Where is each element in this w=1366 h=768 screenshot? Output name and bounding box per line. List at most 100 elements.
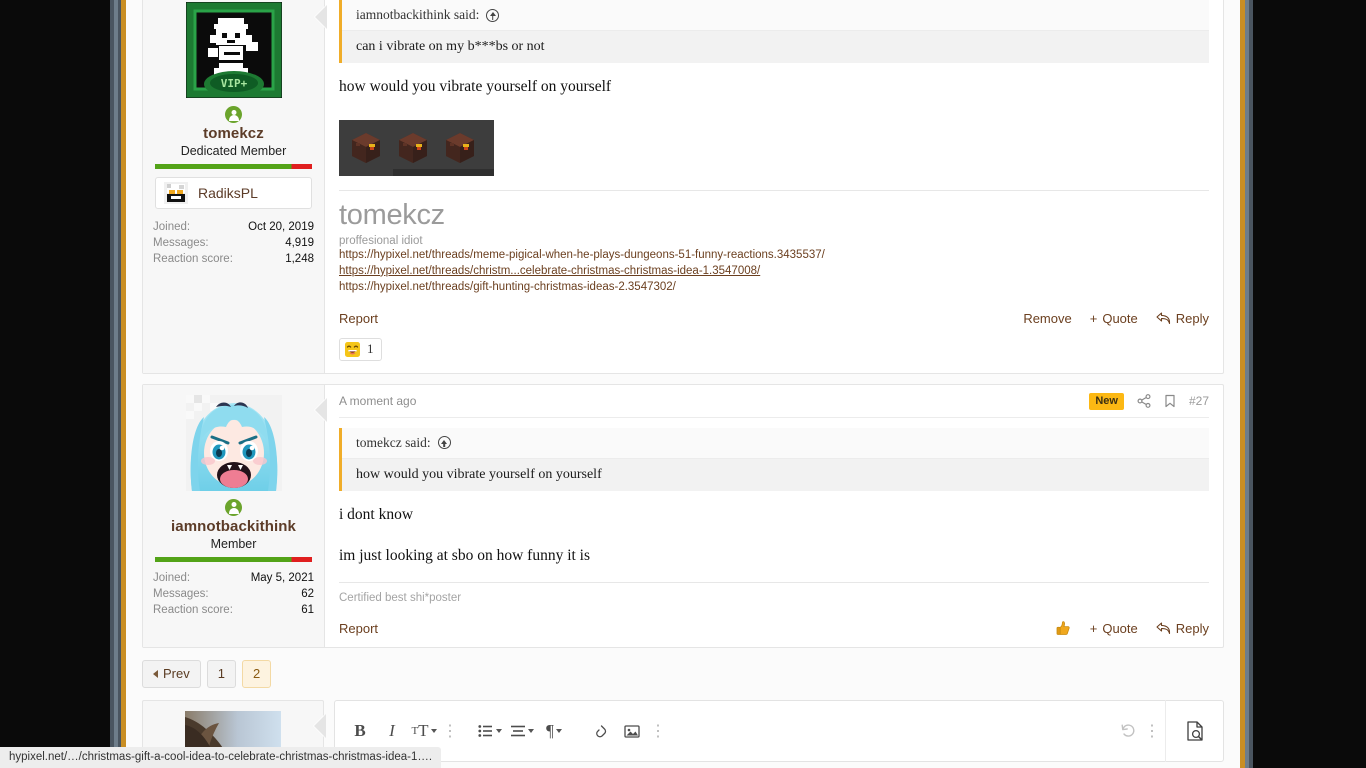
thread-page: VIP+ tomekcz Dedicated Member RadiksPL J…	[126, 0, 1240, 768]
reaction-pill[interactable]: 1	[339, 337, 382, 361]
align-button[interactable]	[507, 716, 537, 746]
bold-glyph: B	[354, 720, 366, 740]
author-username[interactable]: iamnotbackithink	[153, 518, 314, 535]
status-badge: New	[1089, 392, 1124, 410]
chevron-down-icon	[430, 728, 437, 733]
author-title: Dedicated Member	[180, 144, 287, 158]
post-author-sidebar: VIP+ tomekcz Dedicated Member RadiksPL J…	[143, 0, 327, 373]
netherrack-block-icon	[352, 133, 380, 164]
speech-notch	[313, 713, 326, 738]
post-date[interactable]: A moment ago	[339, 394, 416, 408]
italic-button[interactable]: I	[377, 716, 407, 746]
pagination: Prev 1 2	[142, 659, 1224, 688]
font-size-button[interactable]: T T	[409, 716, 439, 746]
bookmark-icon[interactable]	[1164, 394, 1176, 408]
stat-row: Messages: 4,919	[153, 235, 314, 251]
more-insert-options-button[interactable]: ⋮	[649, 716, 667, 746]
report-button[interactable]: Report	[339, 621, 378, 636]
avatar[interactable]: VIP+	[185, 2, 282, 98]
post-iamnotbackithink: iamnotbackithink Member Joined: May 5, 2…	[142, 383, 1224, 648]
undo-icon[interactable]	[1113, 716, 1143, 746]
post-actions: Report + Quote Reply	[339, 620, 1209, 637]
preview-document-icon[interactable]	[1165, 699, 1223, 762]
quote-text: can i vibrate on my b***bs or not	[342, 30, 1209, 63]
post-content: A moment ago New #27 tomekcz said: how w…	[325, 385, 1223, 647]
user-progress-bar	[155, 164, 312, 169]
ribbon-label: RadiksPL	[198, 185, 258, 201]
thumbs-up-emoji[interactable]	[1055, 620, 1072, 637]
quote-block: iamnotbackithink said: can i vibrate on …	[339, 0, 1209, 63]
quote-attribution: tomekcz said:	[356, 434, 431, 450]
chevron-down-icon	[496, 728, 502, 733]
signature-link[interactable]: https://hypixel.net/threads/christm...ce…	[339, 263, 1209, 279]
jump-to-quote-icon[interactable]	[486, 8, 500, 22]
post-content: iamnotbackithink said: can i vibrate on …	[325, 0, 1223, 373]
avatar-image: VIP+	[185, 2, 282, 98]
reply-arrow-icon	[1156, 622, 1170, 634]
author-ribbon[interactable]: RadiksPL	[155, 177, 312, 209]
user-progress-bar	[155, 556, 312, 562]
stat-row: Reaction score: 1,248	[153, 251, 314, 267]
left-chrome-stripes	[0, 0, 126, 768]
list-button[interactable]	[475, 716, 505, 746]
speech-notch	[314, 5, 327, 29]
italic-glyph: I	[389, 720, 395, 740]
author-stats: Joined: Oct 20, 2019 Messages: 4,919 Rea…	[153, 219, 314, 267]
quote-button[interactable]: + Quote	[1090, 621, 1138, 636]
jump-to-quote-icon[interactable]	[437, 436, 451, 450]
post-body-paragraph: how would you vibrate yourself on yourse…	[339, 78, 612, 95]
stat-value: 1,248	[285, 253, 314, 265]
reply-button-label: Reply	[1175, 620, 1209, 636]
grinning-squinting-face-emoji	[345, 341, 360, 357]
chevron-down-icon	[555, 728, 562, 733]
netherrack-blocks-image[interactable]	[339, 120, 494, 177]
post-body-paragraph: im just looking at sbo on how funny it i…	[339, 547, 591, 565]
stat-label: Joined:	[153, 221, 191, 233]
quote-attribution-row: tomekcz said:	[342, 428, 1209, 458]
remove-button[interactable]: Remove	[1023, 311, 1071, 326]
chevron-down-icon	[528, 728, 534, 733]
page-button-1[interactable]: 1	[206, 659, 236, 688]
post-number[interactable]: #27	[1189, 394, 1209, 408]
vertical-dots-icon[interactable]: ⋮	[1143, 716, 1161, 746]
reply-button[interactable]: Reply	[1156, 621, 1209, 636]
plus-icon: +	[1089, 310, 1098, 326]
signature-link[interactable]: https://hypixel.net/threads/gift-hunting…	[339, 279, 1209, 295]
signature-name: tomekcz	[339, 199, 445, 232]
quote-button-label: Quote	[1102, 620, 1138, 636]
insert-link-button[interactable]	[585, 716, 615, 746]
quote-button[interactable]: + Quote	[1090, 311, 1138, 326]
stat-row: Joined: May 5, 2021	[153, 570, 314, 586]
online-user-icon	[225, 106, 242, 123]
signature-separator	[339, 581, 1209, 583]
report-button[interactable]: Report	[339, 311, 378, 326]
stat-value: 61	[301, 603, 314, 616]
paragraph-format-button[interactable]: ¶	[539, 716, 569, 746]
signature-separator	[339, 190, 1209, 192]
reply-button[interactable]: Reply	[1156, 311, 1209, 326]
stat-value: 4,919	[285, 237, 314, 249]
netherrack-block-icon	[446, 133, 474, 164]
post-actions-right: Remove + Quote Reply	[1023, 311, 1209, 326]
page-button-2[interactable]: 2	[241, 659, 272, 688]
quote-block: tomekcz said: how would you vibrate your…	[339, 427, 1209, 491]
reaction-count: 1	[367, 341, 374, 357]
insert-image-button[interactable]	[617, 716, 647, 746]
stat-value: 62	[301, 587, 314, 600]
screen-root: VIP+ tomekcz Dedicated Member RadiksPL J…	[0, 0, 1366, 768]
avatar-image	[185, 394, 282, 491]
more-text-options-button[interactable]: ⋮	[441, 716, 459, 746]
right-chrome-stripes	[1240, 0, 1366, 768]
author-title: Member	[210, 536, 257, 551]
stat-value: May 5, 2021	[250, 571, 314, 584]
avatar[interactable]	[185, 394, 282, 491]
editor-toolbar: B I T T ⋮ ¶ ⋮	[335, 716, 1113, 746]
share-icon[interactable]	[1137, 394, 1151, 409]
bold-button[interactable]: B	[345, 716, 375, 746]
svg-text:VIP+: VIP+	[220, 77, 247, 90]
stat-row: Joined: Oct 20, 2019	[153, 219, 314, 235]
author-username[interactable]: tomekcz	[153, 125, 314, 142]
prev-page-button[interactable]: Prev	[142, 659, 201, 688]
signature-link[interactable]: https://hypixel.net/threads/meme-pigical…	[339, 247, 1209, 263]
quote-attribution-row: iamnotbackithink said:	[342, 0, 1209, 30]
